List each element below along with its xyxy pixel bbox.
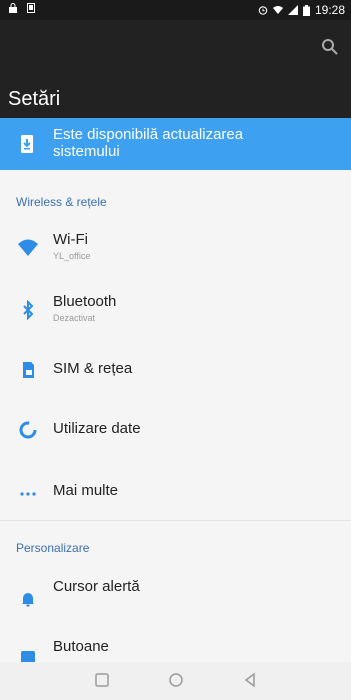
- section-header-personalization: Personalizare: [16, 541, 90, 555]
- data-usage-icon: [19, 421, 37, 439]
- settings-item-data-usage[interactable]: Utilizare date: [0, 400, 351, 460]
- settings-item-title: Butoane: [53, 638, 109, 655]
- section-header-wireless: Wireless & rețele: [16, 195, 107, 209]
- wifi-icon: [272, 6, 283, 14]
- app-toolbar: Setări: [0, 20, 351, 118]
- navigation-bar: [0, 662, 351, 700]
- system-update-banner[interactable]: Este disponibilă actualizarea sistemului: [0, 118, 351, 170]
- status-bar: 19:28: [0, 0, 351, 20]
- bluetooth-icon: [23, 300, 34, 320]
- search-icon[interactable]: [321, 38, 339, 56]
- settings-item-bluetooth[interactable]: Bluetooth Dezactivat: [0, 280, 351, 340]
- alert-bell-icon: [22, 593, 34, 607]
- settings-item-sim-network[interactable]: SIM & rețea: [0, 340, 351, 400]
- settings-item-title: Wi-Fi: [53, 231, 88, 248]
- status-time: 19:28: [314, 3, 345, 17]
- settings-item-title: SIM & rețea: [53, 360, 133, 377]
- lock-icon: [9, 3, 17, 13]
- update-banner-text: Este disponibilă actualizarea sistemului: [53, 126, 244, 160]
- more-dots-icon: [20, 492, 36, 496]
- settings-item-more[interactable]: Mai multe: [0, 462, 351, 522]
- back-icon[interactable]: [240, 670, 260, 690]
- settings-item-title: Utilizare date: [53, 420, 141, 437]
- settings-item-title: Mai multe: [53, 482, 119, 499]
- notification-icon: [27, 3, 35, 13]
- sim-card-icon: [23, 362, 34, 378]
- recent-apps-icon[interactable]: [92, 670, 112, 690]
- battery-icon: [302, 4, 310, 16]
- settings-item-alert-cursor[interactable]: Cursor alertă: [0, 565, 351, 625]
- settings-item-subtitle: Dezactivat: [53, 313, 96, 323]
- settings-item-title: Bluetooth: [53, 293, 117, 310]
- settings-item-subtitle: YL_office: [53, 251, 91, 261]
- alarm-icon: [258, 6, 268, 15]
- page-title: Setări: [8, 88, 61, 110]
- phone-update-icon: [21, 135, 33, 153]
- home-icon[interactable]: [166, 670, 186, 690]
- wifi-icon: [18, 239, 38, 256]
- section-divider: [0, 520, 351, 521]
- settings-item-wifi[interactable]: Wi-Fi YL_office: [0, 218, 351, 278]
- signal-icon: [287, 5, 298, 15]
- settings-item-title: Cursor alertă: [53, 578, 140, 595]
